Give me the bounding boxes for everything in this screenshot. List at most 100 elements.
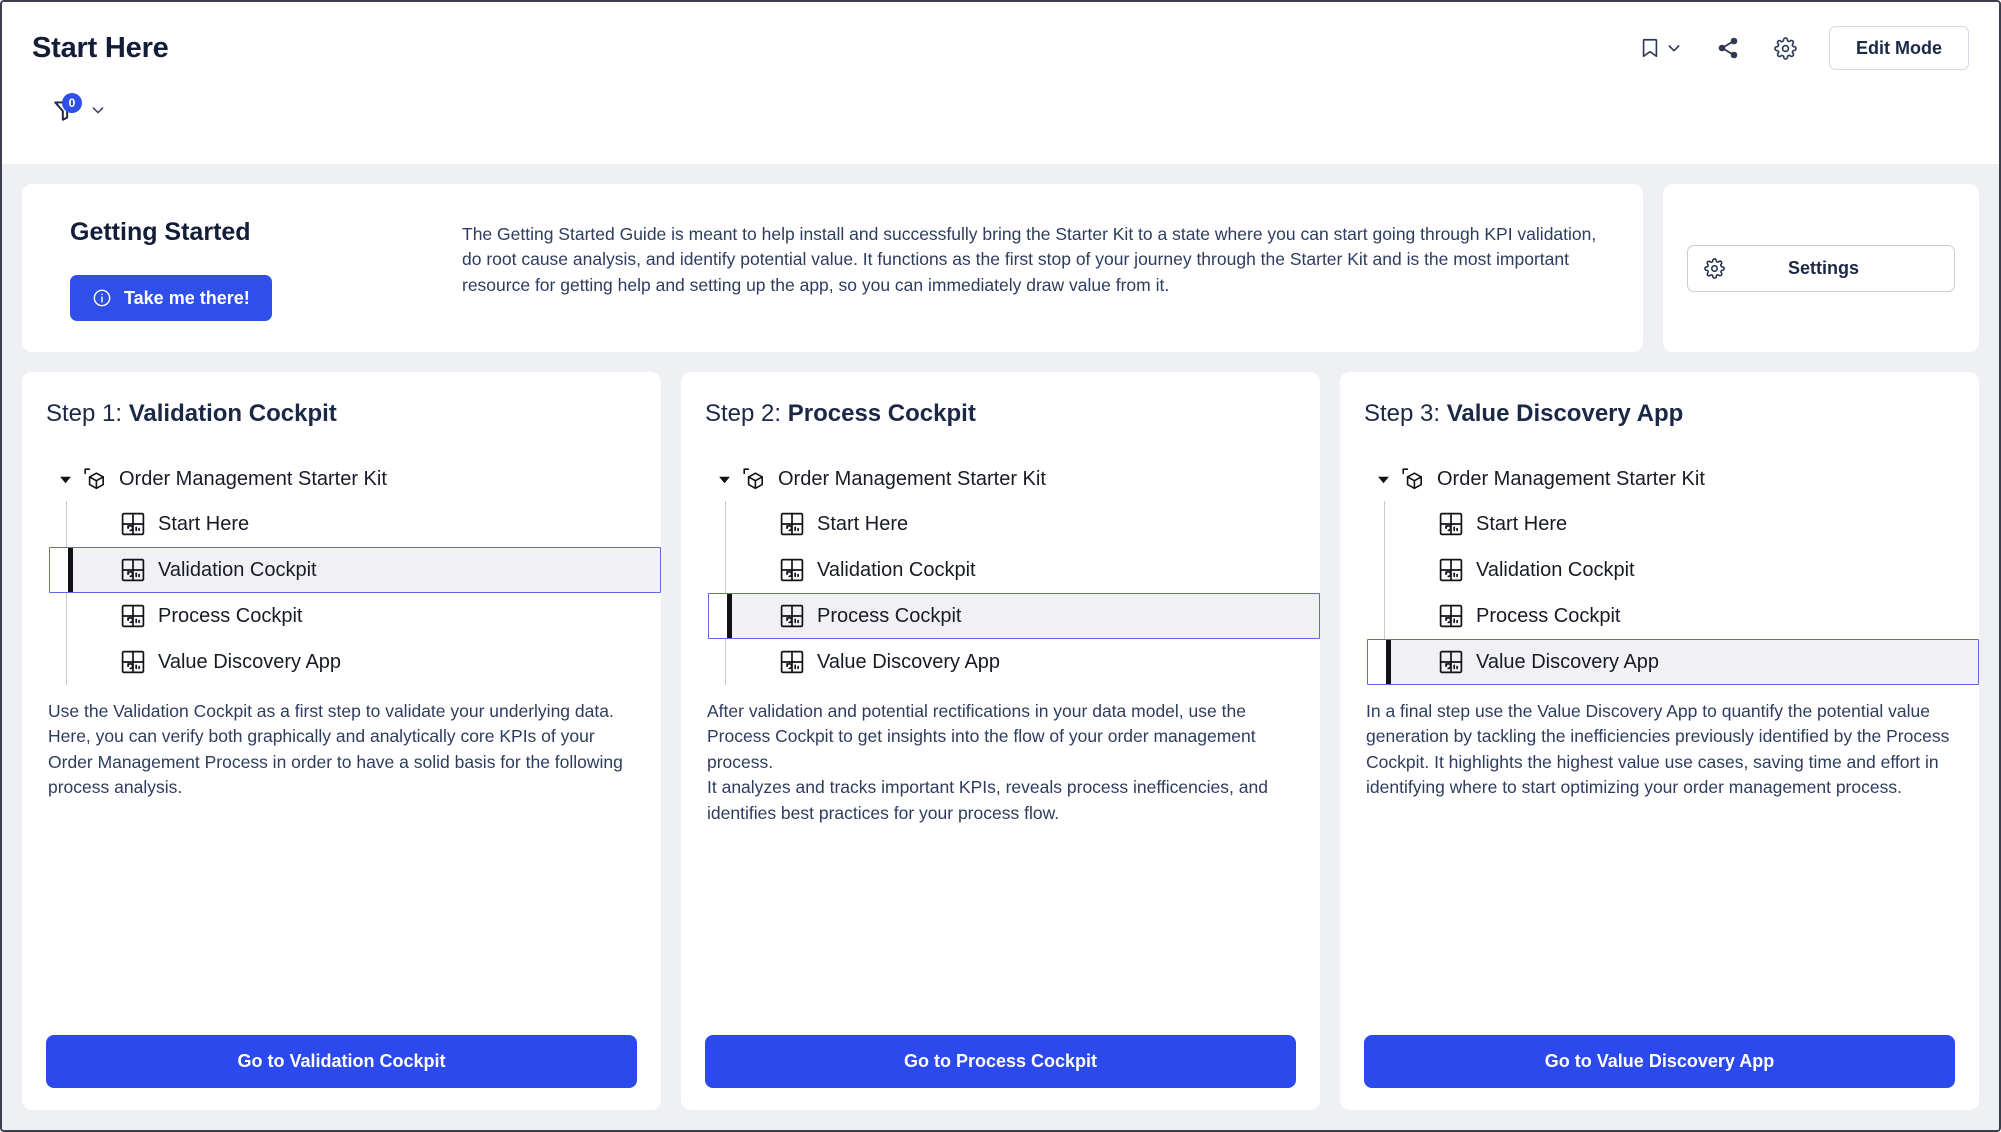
tree-item-selected[interactable]: Process Cockpit [708,593,1320,639]
dashboard-icon [1438,557,1464,583]
top-row: Getting Started Take me there! The Getti… [22,184,1979,352]
tree-root-row[interactable]: Order Management Starter Kit [1364,466,1955,493]
tree-root-row[interactable]: Order Management Starter Kit [46,466,637,493]
dashboard-icon [779,649,805,675]
getting-started-card: Getting Started Take me there! The Getti… [22,184,1643,352]
tree-item[interactable]: Start Here [101,501,637,547]
page-title: Start Here [32,31,169,64]
tree-item[interactable]: Start Here [1419,501,1955,547]
step-description-paragraph: In a final step use the Value Discovery … [1366,701,1950,798]
tree-root-row[interactable]: Order Management Starter Kit [705,466,1296,493]
take-me-there-label: Take me there! [124,288,250,308]
step-description-paragraph: After validation and potential rectifica… [707,701,1256,772]
step-title: Step 2: Process Cockpit [705,400,1296,428]
gear-icon[interactable] [1774,36,1797,60]
step-name: Value Discovery App [1446,400,1684,427]
edit-mode-button[interactable]: Edit Mode [1829,26,1969,70]
dashboard-icon [120,557,146,583]
tree-item-label: Validation Cockpit [817,558,976,581]
step-cta-button[interactable]: Go to Validation Cockpit [46,1035,637,1088]
step-cards-row: Step 1: Validation Cockpit Order Manageme… [22,372,1979,1110]
step-prefix: Step 3: [1364,400,1447,427]
step-name: Process Cockpit [787,400,976,427]
header-actions: Edit Mode [1639,26,1969,70]
page-header: Start Here Edit Mode 0 [2,2,1999,164]
tree-item-label: Start Here [158,512,250,535]
share-icon[interactable] [1716,36,1740,60]
filter-count-badge: 0 [62,93,82,113]
app-window: Start Here Edit Mode 0 Getting Started T… [0,0,2001,1132]
tree-item[interactable]: Validation Cockpit [1419,547,1955,593]
package-cube-icon [82,466,109,493]
bookmark-dropdown[interactable] [1639,37,1682,59]
step-title: Step 3: Value Discovery App [1364,400,1955,428]
tree-item-selected[interactable]: Value Discovery App [1367,639,1979,685]
tree-item-label: Validation Cockpit [158,558,317,581]
tree-item-label: Process Cockpit [158,604,303,627]
bookmark-icon[interactable] [1639,37,1661,59]
tree-root-label: Order Management Starter Kit [119,468,387,490]
tree-item[interactable]: Validation Cockpit [760,547,1296,593]
tree-children: Start Here Validation Cockpit Process Cock… [49,501,661,685]
step-prefix: Step 1: [46,400,129,427]
tree-item-label: Process Cockpit [1476,604,1621,627]
step-description-paragraph: Here, you can verify both graphically an… [48,726,623,798]
step-cta-button[interactable]: Go to Process Cockpit [705,1035,1296,1088]
package-cube-icon [1400,466,1427,493]
tree-children: Start Here Validation Cockpit Process Cock… [708,501,1320,685]
tree-expand-caret-icon[interactable] [1376,473,1390,487]
settings-button-label: Settings [1787,257,1859,278]
settings-card: Settings [1663,184,1979,352]
tree-expand-caret-icon[interactable] [717,473,731,487]
dashboard-icon [120,603,146,629]
tree-item[interactable]: Process Cockpit [1419,593,1955,639]
tree-item-label: Value Discovery App [1476,650,1660,673]
tree-item-selected[interactable]: Validation Cockpit [49,547,661,593]
step-prefix: Step 2: [705,400,788,427]
tree-item[interactable]: Start Here [760,501,1296,547]
filter-funnel-icon[interactable]: 0 [52,93,82,124]
app-tree: Order Management Starter Kit Start Here Va… [705,466,1320,685]
tree-children: Start Here Validation Cockpit Process Cock… [1367,501,1979,685]
tree-root-label: Order Management Starter Kit [1437,468,1705,490]
tree-item-label: Process Cockpit [817,604,962,627]
tree-expand-caret-icon[interactable] [58,473,72,487]
tree-root-label: Order Management Starter Kit [778,468,1046,490]
app-tree: Order Management Starter Kit Start Here Va… [1364,466,1979,685]
dashboard-icon [779,557,805,583]
step-description: Use the Validation Cockpit as a first st… [46,699,637,1021]
dashboard-icon [120,511,146,537]
getting-started-left: Getting Started Take me there! [46,210,446,321]
step-description: In a final step use the Value Discovery … [1364,699,1955,1021]
dashboard-icon [779,603,805,629]
step-description: After validation and potential rectifica… [705,699,1296,1021]
tree-item-label: Value Discovery App [158,650,342,673]
step-cta-button[interactable]: Go to Value Discovery App [1364,1035,1955,1088]
step-title: Step 1: Validation Cockpit [46,400,637,428]
getting-started-description: The Getting Started Guide is meant to he… [462,224,1597,295]
tree-item-label: Start Here [1476,512,1568,535]
tree-item-label: Start Here [817,512,909,535]
tree-item-label: Validation Cockpit [1476,558,1635,581]
filter-chevron-down-icon[interactable] [90,102,106,118]
take-me-there-button[interactable]: Take me there! [70,275,272,321]
info-circle-icon [92,288,112,308]
step-description-paragraph: It analyzes and tracks important KPIs, r… [707,777,1268,823]
step-card-3: Step 3: Value Discovery App Order Managem… [1340,372,1979,1110]
filter-bar: 0 [52,93,1969,124]
dashboard-icon [1438,511,1464,537]
tree-item-label: Value Discovery App [817,650,1001,673]
getting-started-title: Getting Started [70,218,251,246]
app-tree: Order Management Starter Kit Start Here Va… [46,466,661,685]
step-name: Validation Cockpit [128,400,337,427]
tree-item[interactable]: Value Discovery App [760,639,1296,685]
tree-item[interactable]: Process Cockpit [101,593,637,639]
tree-item[interactable]: Value Discovery App [101,639,637,685]
dashboard-icon [779,511,805,537]
header-top-row: Start Here Edit Mode [32,2,1969,70]
content-area: Getting Started Take me there! The Getti… [2,164,1999,1130]
chevron-down-icon[interactable] [1666,40,1682,56]
package-cube-icon [741,466,768,493]
settings-button[interactable]: Settings [1687,244,1955,292]
dashboard-icon [120,649,146,675]
